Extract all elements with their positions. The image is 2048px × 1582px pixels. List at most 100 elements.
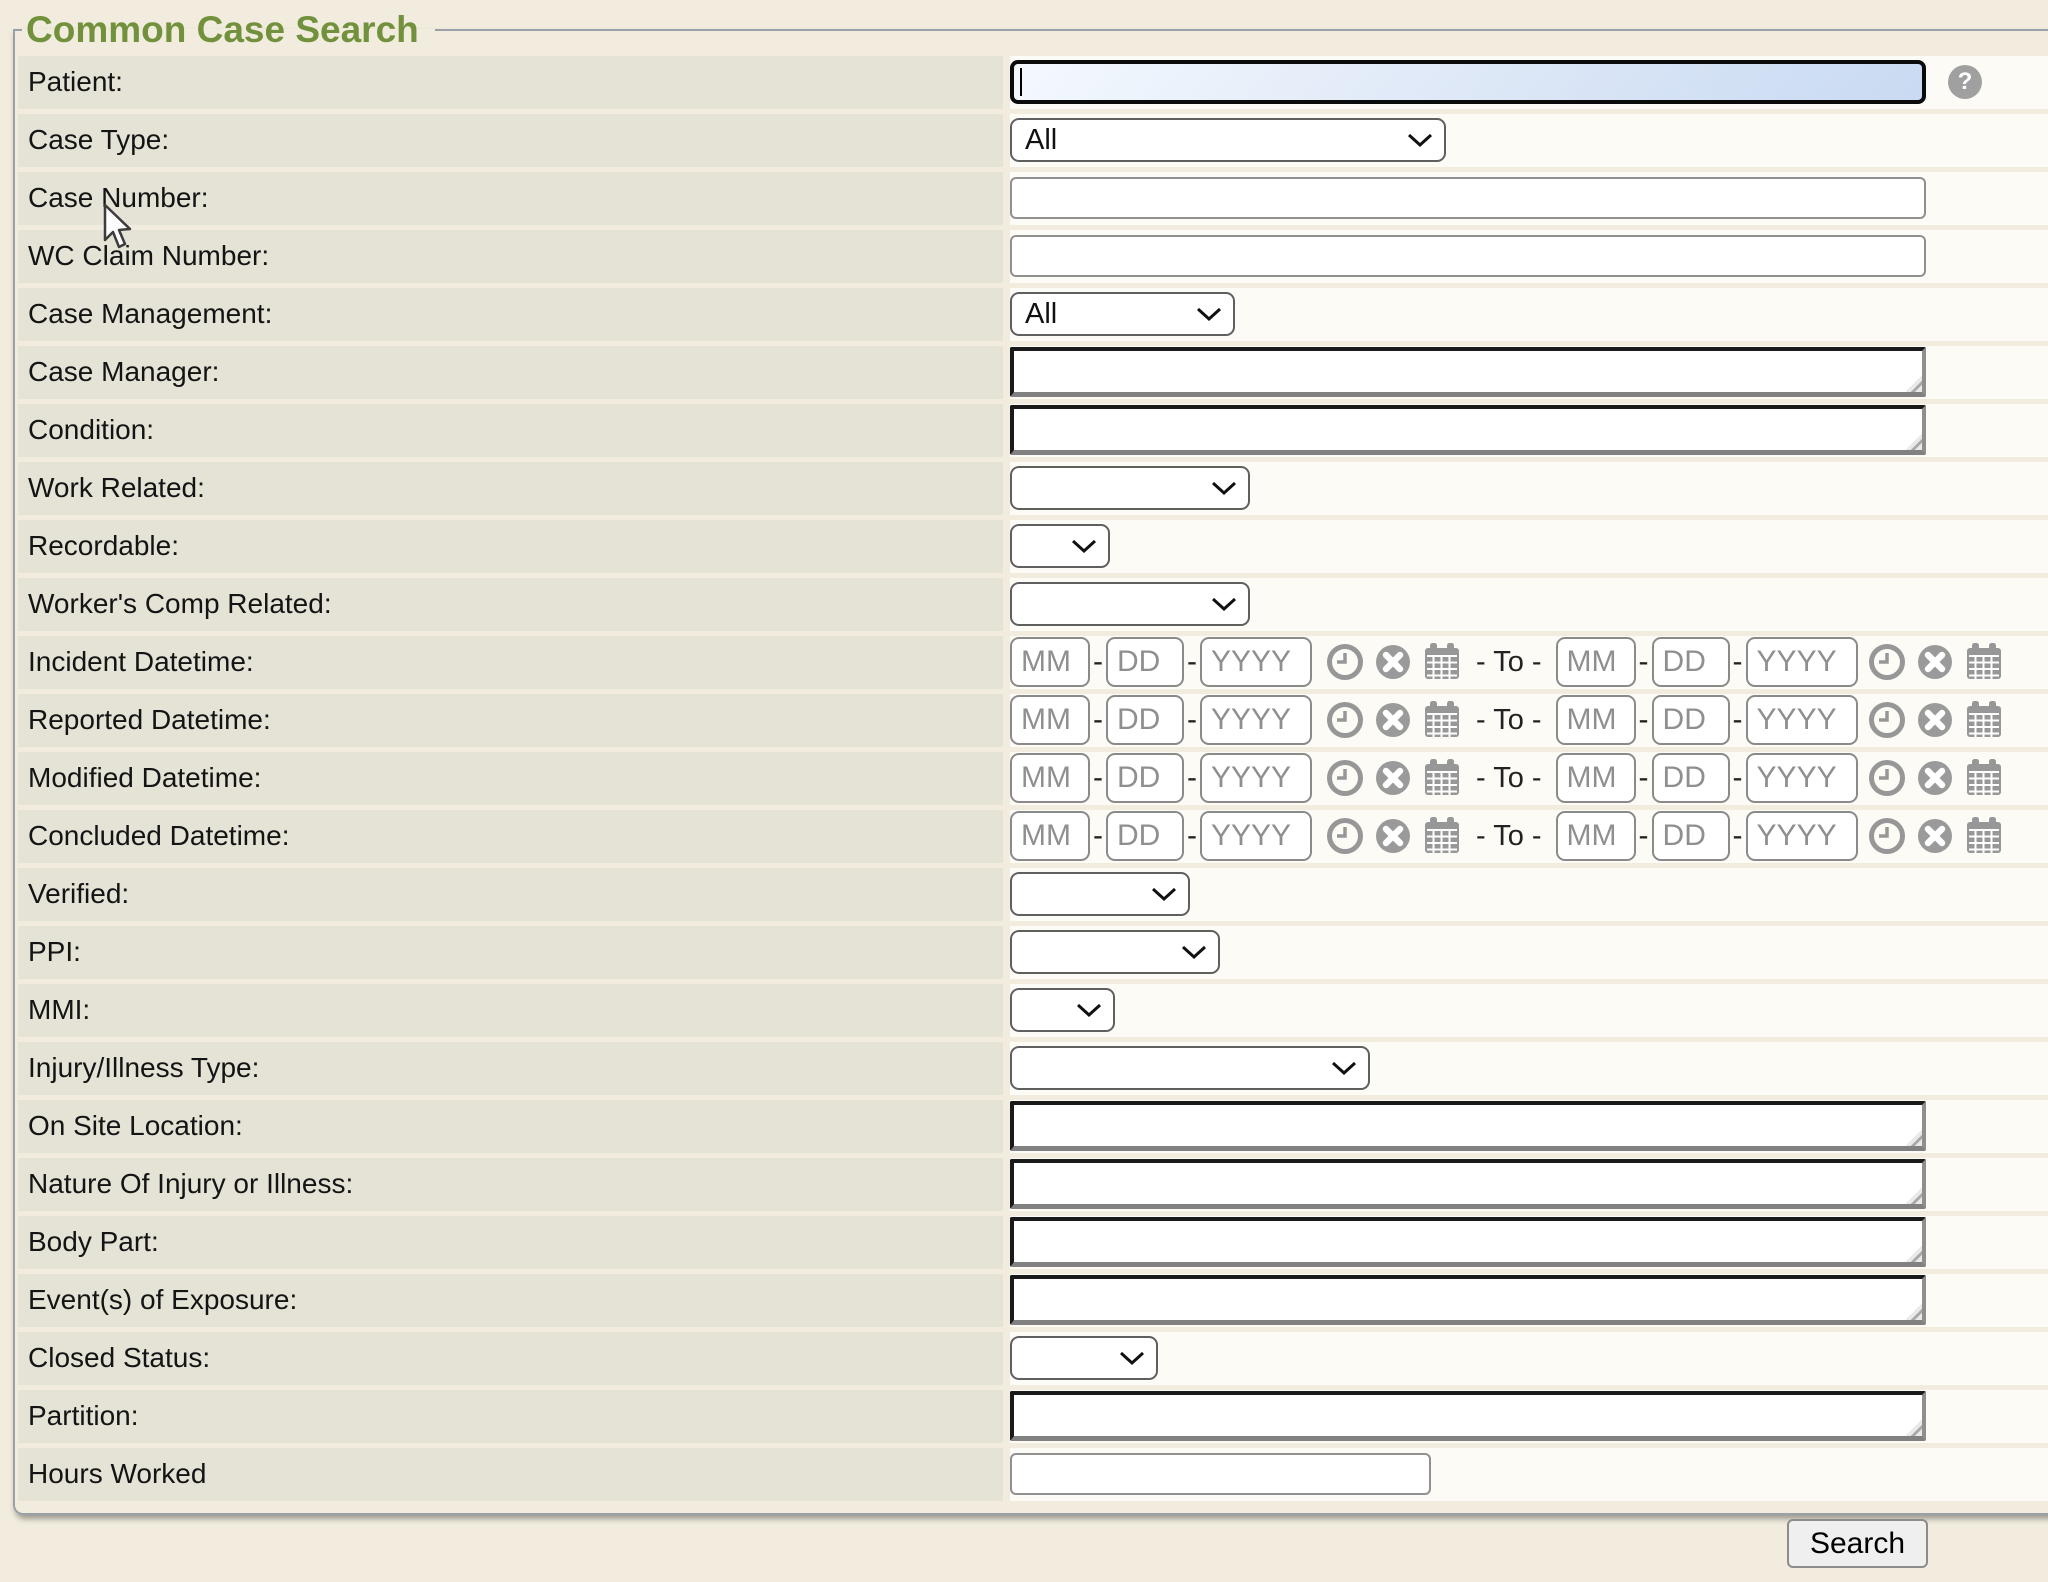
resize-grip-icon[interactable] [1905,1419,1922,1436]
resize-grip-icon[interactable] [1905,375,1922,392]
condition-textarea[interactable] [1010,405,1926,455]
modified-to-month-input[interactable] [1556,753,1636,803]
body-part-textarea[interactable] [1010,1217,1926,1267]
help-icon[interactable]: ? [1948,65,1982,99]
clock-icon[interactable] [1326,701,1364,739]
calendar-icon[interactable] [1422,758,1462,798]
concluded-to-day-input[interactable] [1652,811,1730,861]
calendar-icon[interactable] [1964,816,2004,856]
incident-from-month-input[interactable] [1010,637,1090,687]
chevron-down-icon [1119,1351,1145,1366]
events-of-exposure-textarea[interactable] [1010,1275,1926,1325]
clock-icon[interactable] [1868,643,1906,681]
wc-claim-number-label: WC Claim Number: [18,230,1003,283]
chevron-down-icon [1181,945,1207,960]
chevron-down-icon [1076,1003,1102,1018]
nature-of-injury-label: Nature Of Injury or Illness: [18,1158,1003,1211]
case-number-input[interactable] [1010,177,1926,219]
form-row-workers-comp-related: Worker's Comp Related: [18,578,2048,631]
incident-from-year-input[interactable] [1200,637,1312,687]
date-range-to-separator: - To - [1476,762,1542,795]
case-management-selected-value: All [1025,298,1057,331]
incident-from-day-input[interactable] [1106,637,1184,687]
form-row-condition: Condition: [18,404,2048,457]
hours-worked-label: Hours Worked [18,1448,1003,1501]
clear-icon[interactable] [1374,759,1412,797]
on-site-location-textarea[interactable] [1010,1101,1926,1151]
reported-to-year-input[interactable] [1746,695,1858,745]
modified-to-year-input[interactable] [1746,753,1858,803]
resize-grip-icon[interactable] [1905,433,1922,450]
patient-input[interactable] [1010,60,1926,104]
reported-to-day-input[interactable] [1652,695,1730,745]
form-row-case-number: Case Number: [18,172,2048,225]
incident-to-year-input[interactable] [1746,637,1858,687]
on-site-location-label: On Site Location: [18,1100,1003,1153]
wc-claim-number-input[interactable] [1010,235,1926,277]
reported-from-day-input[interactable] [1106,695,1184,745]
clock-icon[interactable] [1326,643,1364,681]
closed-status-select[interactable] [1010,1336,1158,1380]
case-type-select[interactable]: All [1010,118,1446,162]
concluded-to-year-input[interactable] [1746,811,1858,861]
nature-of-injury-textarea[interactable] [1010,1159,1926,1209]
resize-grip-icon[interactable] [1905,1129,1922,1146]
calendar-icon[interactable] [1422,642,1462,682]
reported-to-month-input[interactable] [1556,695,1636,745]
case-management-select[interactable]: All [1010,292,1235,336]
calendar-icon[interactable] [1964,758,2004,798]
form-row-work-related: Work Related: [18,462,2048,515]
recordable-label: Recordable: [18,520,1003,573]
form-row-nature-of-injury: Nature Of Injury or Illness: [18,1158,2048,1211]
clock-icon[interactable] [1326,759,1364,797]
calendar-icon[interactable] [1964,700,2004,740]
clear-icon[interactable] [1916,759,1954,797]
case-manager-textarea[interactable] [1010,347,1926,397]
ppi-select[interactable] [1010,930,1220,974]
resize-grip-icon[interactable] [1905,1187,1922,1204]
search-button[interactable]: Search [1787,1519,1928,1568]
mmi-select[interactable] [1010,988,1115,1032]
search-form-table: Patient: ? Case Type: All Case Number: [18,51,2048,1506]
partition-textarea[interactable] [1010,1391,1926,1441]
clear-icon[interactable] [1916,817,1954,855]
clock-icon[interactable] [1868,701,1906,739]
clock-icon[interactable] [1326,817,1364,855]
reported-from-year-input[interactable] [1200,695,1312,745]
calendar-icon[interactable] [1422,816,1462,856]
calendar-icon[interactable] [1422,700,1462,740]
common-case-search-section: Common Case Search Patient: ? Case Type:… [13,10,2048,1515]
recordable-select[interactable] [1010,524,1110,568]
mmi-label: MMI: [18,984,1003,1037]
modified-from-year-input[interactable] [1200,753,1312,803]
clock-icon[interactable] [1868,759,1906,797]
concluded-from-year-input[interactable] [1200,811,1312,861]
clear-icon[interactable] [1916,643,1954,681]
clear-icon[interactable] [1374,643,1412,681]
resize-grip-icon[interactable] [1905,1245,1922,1262]
incident-to-day-input[interactable] [1652,637,1730,687]
clear-icon[interactable] [1916,701,1954,739]
clock-icon[interactable] [1868,817,1906,855]
verified-select[interactable] [1010,872,1190,916]
concluded-from-day-input[interactable] [1106,811,1184,861]
incident-to-month-input[interactable] [1556,637,1636,687]
chevron-down-icon [1331,1061,1357,1076]
workers-comp-related-select[interactable] [1010,582,1250,626]
concluded-from-month-input[interactable] [1010,811,1090,861]
resize-grip-icon[interactable] [1905,1303,1922,1320]
clear-icon[interactable] [1374,817,1412,855]
injury-illness-type-select[interactable] [1010,1046,1370,1090]
reported-from-month-input[interactable] [1010,695,1090,745]
clear-icon[interactable] [1374,701,1412,739]
chevron-down-icon [1071,539,1097,554]
modified-from-month-input[interactable] [1010,753,1090,803]
calendar-icon[interactable] [1964,642,2004,682]
concluded-to-month-input[interactable] [1556,811,1636,861]
modified-from-day-input[interactable] [1106,753,1184,803]
work-related-select[interactable] [1010,466,1250,510]
form-row-mmi: MMI: [18,984,2048,1037]
form-row-concluded-datetime: Concluded Datetime: - - - To - - - [18,810,2048,863]
hours-worked-input[interactable] [1010,1453,1431,1495]
modified-to-day-input[interactable] [1652,753,1730,803]
